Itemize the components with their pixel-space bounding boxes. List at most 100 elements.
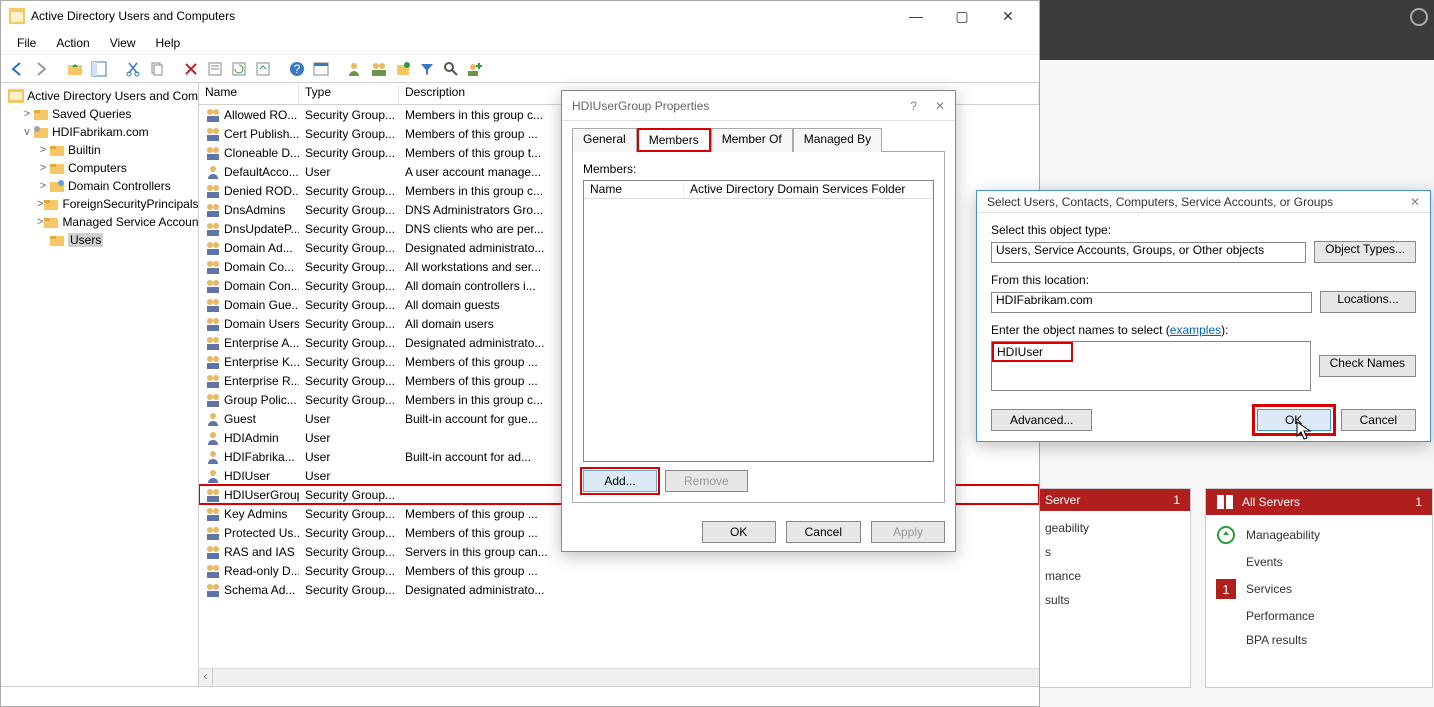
dialog-title: HDIUserGroup Properties xyxy=(572,99,709,113)
tree-item[interactable]: >Managed Service Accoun xyxy=(1,213,198,231)
add-to-group-icon[interactable] xyxy=(465,59,485,79)
row-name: Domain Ad... xyxy=(224,241,293,255)
row-name: RAS and IAS ... xyxy=(224,545,299,559)
tile-item[interactable]: 1Services xyxy=(1216,579,1422,599)
refresh-icon[interactable] xyxy=(229,59,249,79)
col-type[interactable]: Type xyxy=(299,83,399,104)
tree-item[interactable]: >Computers xyxy=(1,159,198,177)
member-col-folder[interactable]: Active Directory Domain Services Folder xyxy=(684,181,933,198)
tab-strip: GeneralMembersMember OfManaged By xyxy=(562,121,955,151)
up-folder-icon[interactable] xyxy=(65,59,85,79)
row-type: Security Group... xyxy=(299,545,399,559)
new-ou-icon[interactable] xyxy=(393,59,413,79)
row-name: Cloneable D... xyxy=(224,146,299,160)
tab-members[interactable]: Members xyxy=(637,128,711,152)
member-col-name[interactable]: Name xyxy=(584,181,684,198)
apply-button[interactable]: Apply xyxy=(871,521,945,543)
copy-icon[interactable] xyxy=(147,59,167,79)
date-icon[interactable] xyxy=(311,59,331,79)
tree-item[interactable]: >Domain Controllers xyxy=(1,177,198,195)
row-type: Security Group... xyxy=(299,317,399,331)
properties-icon[interactable] xyxy=(205,59,225,79)
new-user-icon[interactable] xyxy=(345,59,365,79)
names-label: Enter the object names to select (exampl… xyxy=(991,323,1416,337)
tree-twisty-icon[interactable]: > xyxy=(37,144,49,156)
h-scrollbar[interactable]: ‹ xyxy=(199,668,1039,686)
tree-label: Active Directory Users and Com xyxy=(27,89,198,103)
tree-item[interactable]: > Saved Queries xyxy=(1,105,198,123)
tile-item[interactable]: geability xyxy=(1045,521,1180,535)
help-icon[interactable]: ? xyxy=(287,59,307,79)
back-icon[interactable] xyxy=(7,59,27,79)
list-row[interactable]: Read-only D...Security Group...Members o… xyxy=(199,561,1039,580)
tree-item[interactable]: >Builtin xyxy=(1,141,198,159)
row-type: Security Group... xyxy=(299,203,399,217)
tree-twisty-icon[interactable]: > xyxy=(37,180,49,192)
tree-twisty-icon[interactable]: > xyxy=(21,108,33,120)
object-types-button[interactable]: Object Types... xyxy=(1314,241,1416,263)
row-name: Read-only D... xyxy=(224,564,299,578)
tile-server: Server 1 geabilitysmancesults xyxy=(1034,488,1191,688)
row-desc: Designated administrato... xyxy=(399,583,1039,597)
maximize-button[interactable]: ▢ xyxy=(939,2,985,30)
row-name: Cert Publish... xyxy=(224,127,299,141)
filter-icon[interactable] xyxy=(417,59,437,79)
check-names-button[interactable]: Check Names xyxy=(1319,355,1416,377)
tile-item[interactable]: Performance xyxy=(1216,609,1422,623)
group-icon xyxy=(205,563,221,579)
group-icon xyxy=(205,525,221,541)
forward-icon[interactable] xyxy=(31,59,51,79)
close-button[interactable]: ✕ xyxy=(985,2,1031,30)
cut-icon[interactable] xyxy=(123,59,143,79)
dialog-titlebar[interactable]: HDIUserGroup Properties ? ✕ xyxy=(562,91,955,121)
menu-file[interactable]: File xyxy=(7,34,46,52)
delete-icon[interactable] xyxy=(181,59,201,79)
tile-item[interactable]: Events xyxy=(1216,555,1422,569)
locations-button[interactable]: Locations... xyxy=(1320,291,1416,313)
object-names-input[interactable]: HDIUser xyxy=(991,341,1311,391)
advanced-button[interactable]: Advanced... xyxy=(991,409,1092,431)
list-row[interactable]: Schema Ad...Security Group...Designated … xyxy=(199,580,1039,599)
tile-item[interactable]: sults xyxy=(1045,593,1180,607)
remove-button[interactable]: Remove xyxy=(665,470,748,492)
tree-item[interactable]: >ForeignSecurityPrincipals xyxy=(1,195,198,213)
examples-link[interactable]: examples xyxy=(1170,323,1221,337)
tree-twisty-icon[interactable]: v xyxy=(21,126,33,138)
dialog-titlebar[interactable]: Select Users, Contacts, Computers, Servi… xyxy=(977,191,1430,213)
tile-item[interactable]: Manageability xyxy=(1216,525,1422,545)
titlebar[interactable]: Active Directory Users and Computers — ▢… xyxy=(1,1,1039,31)
tree-item[interactable]: Users xyxy=(1,231,198,249)
menu-view[interactable]: View xyxy=(100,34,146,52)
tile-item[interactable]: s xyxy=(1045,545,1180,559)
tab-general[interactable]: General xyxy=(572,128,637,152)
tree-twisty-icon[interactable]: > xyxy=(37,162,49,174)
tree-label: Saved Queries xyxy=(52,107,131,121)
close-button[interactable]: ✕ xyxy=(1410,195,1420,209)
menu-action[interactable]: Action xyxy=(46,34,99,52)
tree-item[interactable]: vHDIFabrikam.com xyxy=(1,123,198,141)
find-icon[interactable] xyxy=(441,59,461,79)
tab-managed-by[interactable]: Managed By xyxy=(793,128,882,152)
help-button[interactable]: ? xyxy=(910,99,917,113)
ok-button[interactable]: OK xyxy=(1257,409,1331,431)
row-type: Security Group... xyxy=(299,526,399,540)
cancel-button[interactable]: Cancel xyxy=(786,521,861,543)
menu-help[interactable]: Help xyxy=(146,34,191,52)
tab-member-of[interactable]: Member Of xyxy=(711,128,793,152)
minimize-button[interactable]: — xyxy=(893,2,939,30)
cancel-button[interactable]: Cancel xyxy=(1341,409,1416,431)
row-name: Domain Users xyxy=(224,317,299,331)
tree-item[interactable]: Active Directory Users and Com xyxy=(1,87,198,105)
members-list[interactable]: Name Active Directory Domain Services Fo… xyxy=(583,180,934,462)
add-button[interactable]: Add... xyxy=(583,470,657,492)
row-type: Security Group... xyxy=(299,260,399,274)
col-name[interactable]: Name xyxy=(199,83,299,104)
new-group-icon[interactable] xyxy=(369,59,389,79)
export-icon[interactable] xyxy=(253,59,273,79)
show-hide-tree-icon[interactable] xyxy=(89,59,109,79)
tile-item[interactable]: mance xyxy=(1045,569,1180,583)
ok-button[interactable]: OK xyxy=(702,521,776,543)
tile-item[interactable]: BPA results xyxy=(1216,633,1422,647)
tree-pane[interactable]: Active Directory Users and Com > Saved Que… xyxy=(1,83,199,686)
close-button[interactable]: ✕ xyxy=(935,99,945,113)
